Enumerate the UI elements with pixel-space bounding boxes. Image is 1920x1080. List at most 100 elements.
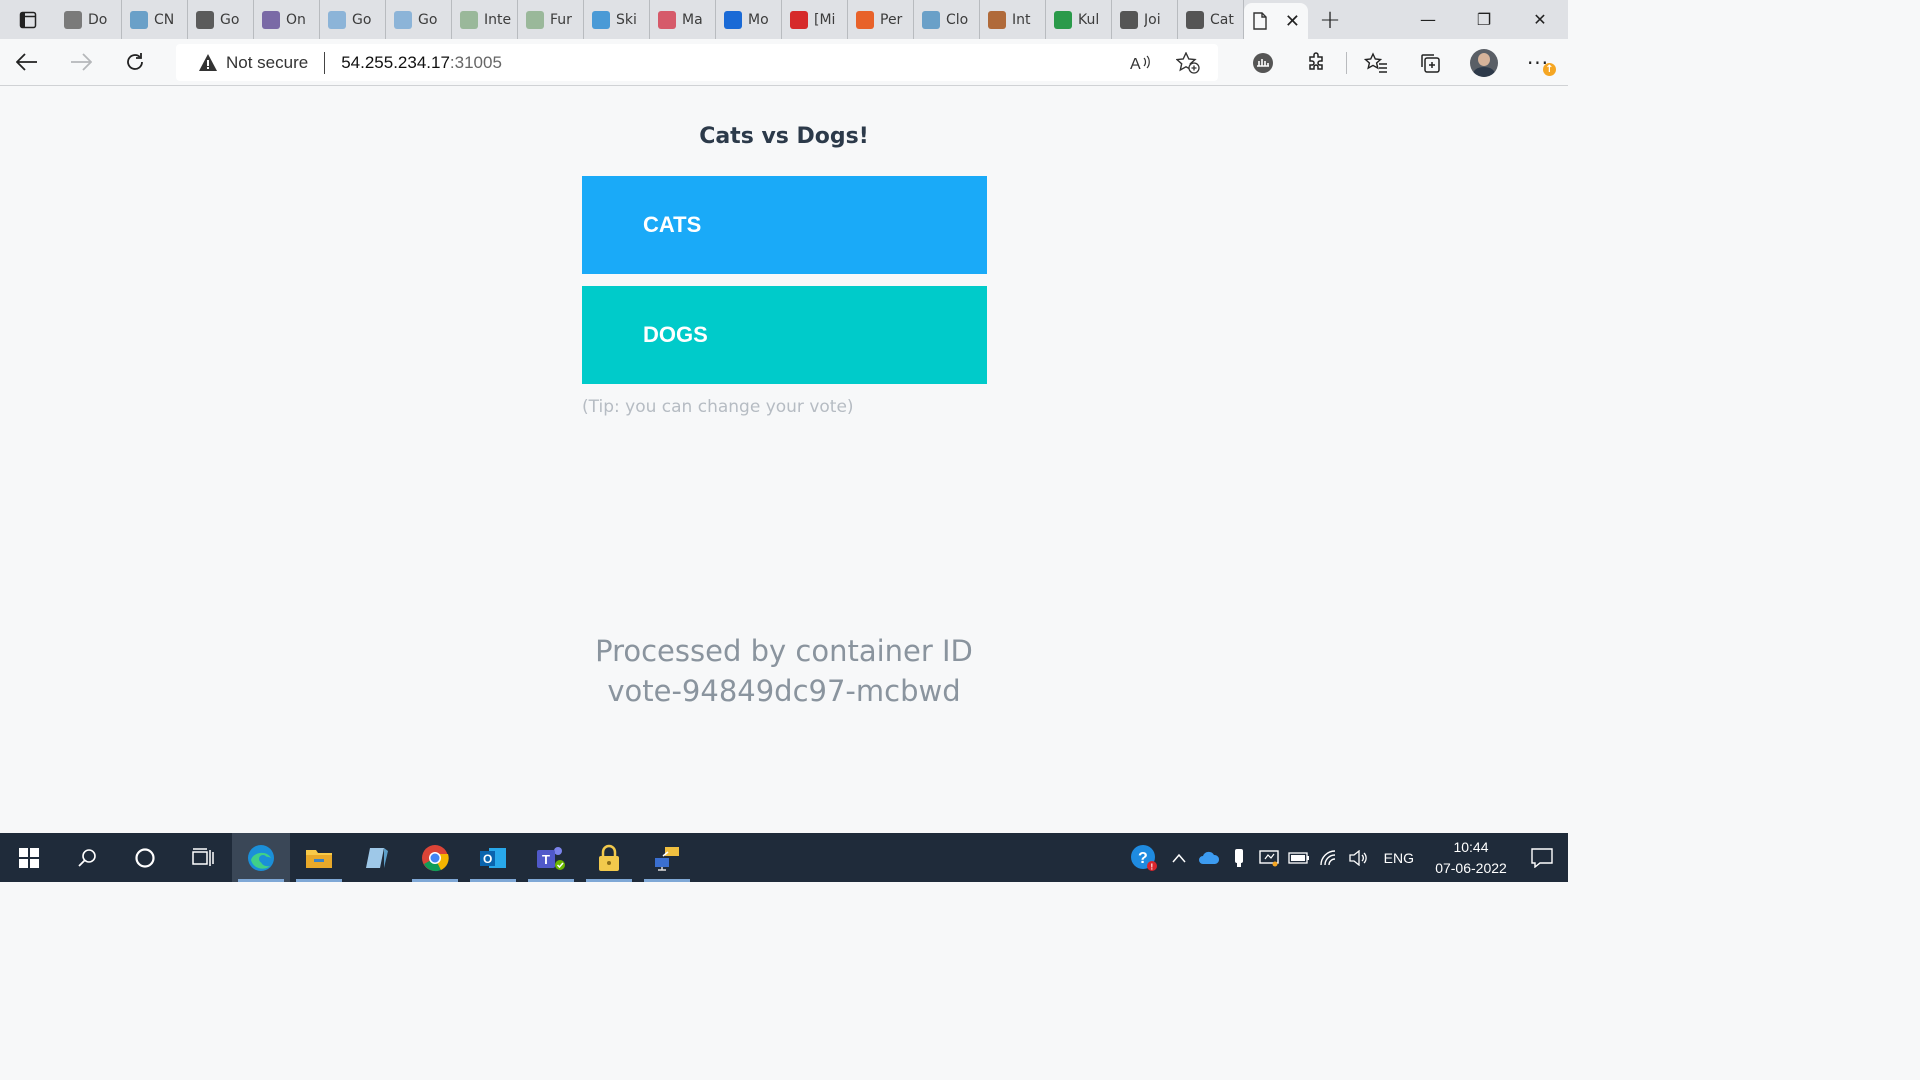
forward-arrow-icon xyxy=(71,53,92,71)
tab-label: Ma xyxy=(682,11,703,28)
toolbar-right: ··· ↑ xyxy=(1236,39,1565,86)
tab-8[interactable]: Ski xyxy=(584,0,650,39)
onedrive-button[interactable] xyxy=(1194,833,1224,882)
tab-5[interactable]: Go xyxy=(386,0,452,39)
extensions-button[interactable] xyxy=(1290,39,1344,86)
tab-17[interactable]: Cat xyxy=(1178,0,1244,39)
taskbar-file-explorer[interactable] xyxy=(290,833,348,882)
tab-1[interactable]: CN xyxy=(122,0,188,39)
action-center-button[interactable] xyxy=(1516,833,1568,882)
minimize-button[interactable]: — xyxy=(1400,0,1456,39)
chrome-icon xyxy=(422,844,449,871)
wifi-button[interactable] xyxy=(1314,833,1344,882)
restore-button[interactable]: ❐ xyxy=(1456,0,1512,39)
search-icon xyxy=(78,848,96,867)
taskbar-lock-app[interactable] xyxy=(580,833,638,882)
taskbar-chrome[interactable] xyxy=(406,833,464,882)
display-settings-button[interactable] xyxy=(1254,833,1284,882)
diamond-icon xyxy=(64,10,82,29)
tab-label: Go xyxy=(418,11,438,28)
tab-label: Cat xyxy=(1210,11,1234,28)
tab-11[interactable]: [Mi xyxy=(782,0,848,39)
tab-14[interactable]: Int xyxy=(980,0,1046,39)
tab-6[interactable]: Inte xyxy=(452,0,518,39)
taskbar-remote-desktop[interactable] xyxy=(638,833,696,882)
page-content: Cats vs Dogs! CATS DOGS (Tip: you can ch… xyxy=(0,87,1568,833)
forward-button[interactable] xyxy=(54,39,108,86)
tab-2[interactable]: Go xyxy=(188,0,254,39)
tab-16[interactable]: Joi xyxy=(1112,0,1178,39)
tab-label: Go xyxy=(352,11,372,28)
start-button[interactable] xyxy=(0,833,58,882)
taskbar-notes-app[interactable] xyxy=(348,833,406,882)
page-title: Cats vs Dogs! xyxy=(699,124,869,149)
braces-icon xyxy=(196,10,214,29)
reload-icon xyxy=(127,53,143,70)
vote-dogs-button[interactable]: DOGS xyxy=(582,286,987,384)
usb-device-button[interactable] xyxy=(1224,833,1254,882)
folder-icon xyxy=(306,849,332,868)
tab-label: Per xyxy=(880,11,903,28)
show-hidden-icons-button[interactable] xyxy=(1164,833,1194,882)
battery-button[interactable] xyxy=(1284,833,1314,882)
collections-button[interactable] xyxy=(1403,39,1457,86)
vote-tip: (Tip: you can change your vote) xyxy=(582,397,854,417)
tab-12[interactable]: Per xyxy=(848,0,914,39)
taskbar-edge[interactable] xyxy=(232,833,290,882)
read-aloud-icon[interactable]: A xyxy=(1130,53,1152,73)
warning-icon xyxy=(199,53,217,71)
outlook-icon: O xyxy=(480,847,506,868)
container-label: Processed by container ID xyxy=(595,634,973,668)
url-port[interactable]: :31005 xyxy=(450,53,502,73)
video-icon xyxy=(592,10,610,29)
volume-button[interactable] xyxy=(1344,833,1374,882)
close-window-button[interactable]: ✕ xyxy=(1512,0,1568,39)
tab-9[interactable]: Ma xyxy=(650,0,716,39)
cortana-button[interactable] xyxy=(116,833,174,882)
taskbar-outlook[interactable]: O xyxy=(464,833,522,882)
tab-label: [Mi xyxy=(814,11,836,28)
tab-10[interactable]: Mo xyxy=(716,0,782,39)
tab-actions-button[interactable] xyxy=(0,0,56,39)
address-bar[interactable]: Not secure 54.255.234.17 :31005 A xyxy=(176,44,1218,81)
new-tab-button[interactable]: + xyxy=(1308,0,1352,39)
profile-button[interactable] xyxy=(1457,39,1511,86)
m-logo-icon xyxy=(658,10,676,29)
vote-cats-button[interactable]: CATS xyxy=(582,176,987,274)
clock[interactable]: 10:44 07-06-2022 xyxy=(1426,837,1516,879)
help-icon: ?! xyxy=(1130,844,1157,871)
fish-icon xyxy=(988,10,1006,29)
security-label[interactable]: Not secure xyxy=(226,53,308,73)
tab-3[interactable]: On xyxy=(254,0,320,39)
question-icon xyxy=(856,10,874,29)
help-tray-button[interactable]: ?! xyxy=(1124,833,1164,882)
tab-7[interactable]: Fur xyxy=(518,0,584,39)
reload-button[interactable] xyxy=(108,39,162,86)
tab-4[interactable]: Go xyxy=(320,0,386,39)
url-host[interactable]: 54.255.234.17 xyxy=(341,53,450,73)
add-favorite-icon[interactable] xyxy=(1176,51,1200,74)
taskbar-teams[interactable]: T xyxy=(522,833,580,882)
tab-active[interactable]: ✕ xyxy=(1244,3,1308,39)
remote-desktop-icon xyxy=(655,846,679,871)
search-button[interactable] xyxy=(58,833,116,882)
tab-15[interactable]: Kul xyxy=(1046,0,1112,39)
map-icon xyxy=(328,10,346,29)
tab-13[interactable]: Clo xyxy=(914,0,980,39)
tab-close-icon[interactable]: ✕ xyxy=(1285,11,1300,32)
tab-label: CN xyxy=(154,11,175,28)
task-view-button[interactable] xyxy=(174,833,232,882)
extension-button[interactable] xyxy=(1236,39,1290,86)
lightning-icon xyxy=(262,10,280,29)
page-icon xyxy=(1120,10,1138,29)
favorites-button[interactable] xyxy=(1349,39,1403,86)
tab-label: On xyxy=(286,11,306,28)
tab-strip: Do CN Go On Go Go Inte Fur Ski Ma Mo [Mi Per Clo Int Ku… xyxy=(0,0,1568,39)
tab-label: Int xyxy=(1012,11,1031,28)
lock-icon xyxy=(599,844,619,871)
back-button[interactable] xyxy=(0,39,54,86)
tab-0[interactable]: Do xyxy=(56,0,122,39)
input-language[interactable]: ENG xyxy=(1384,850,1414,866)
svg-text:A: A xyxy=(1130,56,1141,73)
settings-menu-button[interactable]: ··· ↑ xyxy=(1511,39,1565,86)
